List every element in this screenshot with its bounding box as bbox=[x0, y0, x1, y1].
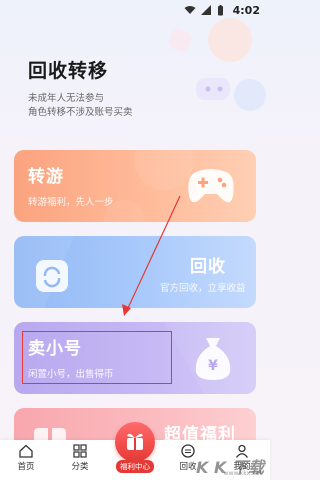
tab-welfare-center[interactable]: 福利中心 bbox=[109, 422, 161, 473]
status-icons bbox=[184, 5, 224, 16]
tab-label: 回收 bbox=[179, 462, 197, 472]
card-recycle[interactable]: 回收 官方回收，立享收益 bbox=[14, 236, 256, 308]
tab-label: 首页 bbox=[17, 462, 35, 472]
highlight-box bbox=[22, 331, 172, 384]
page-notes: 未成年人无法参与 角色转移不涉及账号买卖 bbox=[28, 92, 133, 120]
tab-home[interactable]: 首页 bbox=[4, 444, 48, 472]
tab-category[interactable]: 分类 bbox=[58, 444, 102, 472]
note-transfer: 角色转移不涉及账号买卖 bbox=[28, 107, 133, 118]
svg-text:¥: ¥ bbox=[208, 358, 218, 374]
home-icon bbox=[19, 444, 33, 458]
grid-icon bbox=[73, 444, 87, 458]
card-transfer-game[interactable]: 转游 转游福利，先人一步 bbox=[14, 150, 256, 222]
tab-label: 福利中心 bbox=[116, 460, 154, 473]
status-time: 4:02 bbox=[232, 4, 260, 17]
card-desc: 转游福利，先人一步 bbox=[28, 197, 114, 208]
note-minor: 未成年人无法参与 bbox=[28, 93, 105, 104]
tab-label: 分类 bbox=[71, 462, 89, 472]
battery-icon bbox=[218, 5, 223, 16]
page-title: 回收转移 bbox=[28, 60, 109, 82]
wifi-icon bbox=[184, 6, 196, 14]
recycle-bag-icon bbox=[36, 260, 68, 292]
card-title: 回收 bbox=[190, 257, 226, 277]
card-desc: 官方回收，立享收益 bbox=[160, 283, 246, 294]
card-title: 转游 bbox=[28, 167, 64, 187]
status-bar: 4:02 bbox=[0, 0, 270, 22]
signal-icon bbox=[201, 5, 211, 15]
gamepad-icon bbox=[188, 169, 234, 203]
watermark-url: www.kkx.net bbox=[223, 470, 262, 477]
recycle-icon bbox=[181, 444, 195, 458]
money-bag-icon: ¥ bbox=[195, 338, 231, 380]
gift-center-icon bbox=[115, 422, 155, 462]
